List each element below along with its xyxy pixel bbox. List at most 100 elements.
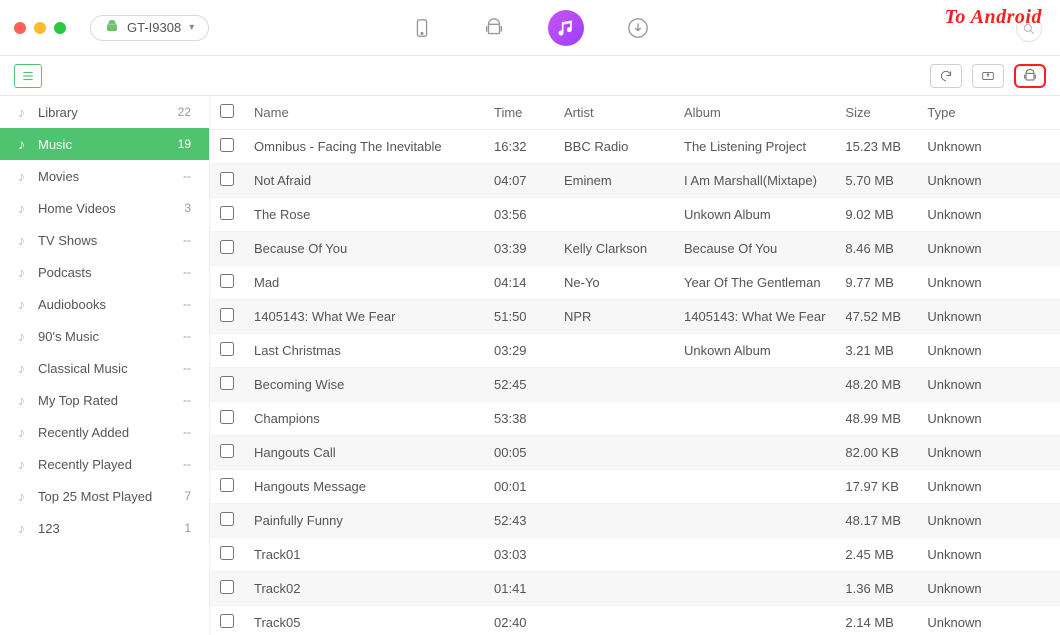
- table-row[interactable]: Painfully Funny52:4348.17 MBUnknown: [210, 504, 1060, 538]
- row-checkbox[interactable]: [220, 512, 234, 526]
- minimize-window-button[interactable]: [34, 22, 46, 34]
- table-row[interactable]: Last Christmas03:29Unkown Album3.21 MBUn…: [210, 334, 1060, 368]
- cell-album: Unkown Album: [674, 198, 835, 232]
- row-checkbox[interactable]: [220, 614, 234, 628]
- zoom-window-button[interactable]: [54, 22, 66, 34]
- table-row[interactable]: Not Afraid04:07EminemI Am Marshall(Mixta…: [210, 164, 1060, 198]
- table-row[interactable]: Champions53:3848.99 MBUnknown: [210, 402, 1060, 436]
- row-checkbox[interactable]: [220, 240, 234, 254]
- col-album[interactable]: Album: [674, 96, 835, 130]
- row-checkbox[interactable]: [220, 138, 234, 152]
- row-checkbox[interactable]: [220, 410, 234, 424]
- select-all-checkbox[interactable]: [220, 104, 234, 118]
- cell-type: Unknown: [917, 130, 1060, 164]
- cell-size: 2.45 MB: [835, 538, 917, 572]
- sidebar-item-count: 22: [178, 105, 191, 119]
- row-checkbox[interactable]: [220, 308, 234, 322]
- toolbar: [0, 56, 1060, 96]
- sidebar-item-home-videos[interactable]: ♪Home Videos3: [0, 192, 209, 224]
- cell-type: Unknown: [917, 232, 1060, 266]
- sidebar-item-label: Classical Music: [38, 361, 183, 376]
- cell-album: Because Of You: [674, 232, 835, 266]
- row-checkbox[interactable]: [220, 342, 234, 356]
- row-checkbox[interactable]: [220, 580, 234, 594]
- cell-time: 04:07: [484, 164, 554, 198]
- export-to-computer-button[interactable]: [972, 64, 1004, 88]
- sidebar-item-movies[interactable]: ♪Movies--: [0, 160, 209, 192]
- sidebar-item-my-top-rated[interactable]: ♪My Top Rated--: [0, 384, 209, 416]
- cell-album: [674, 504, 835, 538]
- android-icon: [105, 19, 119, 36]
- table-row[interactable]: Track0502:402.14 MBUnknown: [210, 606, 1060, 635]
- cell-name: Not Afraid: [244, 164, 484, 198]
- music-tab-icon[interactable]: [548, 10, 584, 46]
- table-row[interactable]: Track0201:411.36 MBUnknown: [210, 572, 1060, 606]
- phone-icon[interactable]: [404, 10, 440, 46]
- list-view-toggle[interactable]: [14, 64, 42, 88]
- window-controls: [14, 22, 66, 34]
- sidebar-item-music[interactable]: ♪Music19: [0, 128, 209, 160]
- row-checkbox[interactable]: [220, 444, 234, 458]
- sidebar-item-recently-played[interactable]: ♪Recently Played--: [0, 448, 209, 480]
- row-checkbox[interactable]: [220, 274, 234, 288]
- col-size[interactable]: Size: [835, 96, 917, 130]
- sidebar-item-90-s-music[interactable]: ♪90's Music--: [0, 320, 209, 352]
- playlist-icon: ♪: [18, 136, 38, 152]
- col-time[interactable]: Time: [484, 96, 554, 130]
- sidebar-item-classical-music[interactable]: ♪Classical Music--: [0, 352, 209, 384]
- row-checkbox[interactable]: [220, 546, 234, 560]
- table-row[interactable]: Hangouts Message00:0117.97 KBUnknown: [210, 470, 1060, 504]
- close-window-button[interactable]: [14, 22, 26, 34]
- device-dropdown[interactable]: GT-I9308 ▾: [90, 15, 209, 41]
- table-row[interactable]: Because Of You03:39Kelly ClarksonBecause…: [210, 232, 1060, 266]
- content-area: Name Time Artist Album Size Type Omnibus…: [210, 96, 1060, 635]
- cell-artist: [554, 538, 674, 572]
- playlist-icon: ♪: [18, 104, 38, 120]
- table-row[interactable]: Omnibus - Facing The Inevitable16:32BBC …: [210, 130, 1060, 164]
- cell-size: 8.46 MB: [835, 232, 917, 266]
- table-row[interactable]: 1405143: What We Fear51:50NPR1405143: Wh…: [210, 300, 1060, 334]
- sidebar-item-count: 19: [178, 137, 191, 151]
- sidebar-item-top-25-most-played[interactable]: ♪Top 25 Most Played7: [0, 480, 209, 512]
- sidebar-item-podcasts[interactable]: ♪Podcasts--: [0, 256, 209, 288]
- table-row[interactable]: The Rose03:56Unkown Album9.02 MBUnknown: [210, 198, 1060, 232]
- cell-album: 1405143: What We Fear: [674, 300, 835, 334]
- cell-size: 17.97 KB: [835, 470, 917, 504]
- refresh-button[interactable]: [930, 64, 962, 88]
- sidebar-item-count: --: [183, 297, 191, 311]
- sidebar-item-tv-shows[interactable]: ♪TV Shows--: [0, 224, 209, 256]
- row-checkbox[interactable]: [220, 172, 234, 186]
- cell-type: Unknown: [917, 402, 1060, 436]
- cell-album: [674, 470, 835, 504]
- sidebar-item-audiobooks[interactable]: ♪Audiobooks--: [0, 288, 209, 320]
- table-row[interactable]: Becoming Wise52:4548.20 MBUnknown: [210, 368, 1060, 402]
- playlist-icon: ♪: [18, 296, 38, 312]
- sidebar-item-label: Recently Added: [38, 425, 183, 440]
- row-checkbox[interactable]: [220, 206, 234, 220]
- android-circle-icon[interactable]: [476, 10, 512, 46]
- row-checkbox[interactable]: [220, 376, 234, 390]
- col-type[interactable]: Type: [917, 96, 1060, 130]
- sidebar-item-123[interactable]: ♪1231: [0, 512, 209, 544]
- sidebar-item-recently-added[interactable]: ♪Recently Added--: [0, 416, 209, 448]
- playlist-icon: ♪: [18, 168, 38, 184]
- sidebar-item-label: 90's Music: [38, 329, 183, 344]
- table-row[interactable]: Track0103:032.45 MBUnknown: [210, 538, 1060, 572]
- sidebar-item-count: --: [183, 361, 191, 375]
- sidebar-item-library[interactable]: ♪Library22: [0, 96, 209, 128]
- row-checkbox[interactable]: [220, 478, 234, 492]
- table-row[interactable]: Mad04:14Ne-YoYear Of The Gentleman9.77 M…: [210, 266, 1060, 300]
- table-row[interactable]: Hangouts Call00:0582.00 KBUnknown: [210, 436, 1060, 470]
- col-artist[interactable]: Artist: [554, 96, 674, 130]
- col-name[interactable]: Name: [244, 96, 484, 130]
- cell-type: Unknown: [917, 198, 1060, 232]
- to-android-button[interactable]: [1014, 64, 1046, 88]
- download-icon[interactable]: [620, 10, 656, 46]
- cell-time: 52:43: [484, 504, 554, 538]
- cell-size: 5.70 MB: [835, 164, 917, 198]
- sidebar-item-label: Podcasts: [38, 265, 183, 280]
- cell-name: Hangouts Message: [244, 470, 484, 504]
- cell-type: Unknown: [917, 538, 1060, 572]
- cell-time: 52:45: [484, 368, 554, 402]
- cell-time: 16:32: [484, 130, 554, 164]
